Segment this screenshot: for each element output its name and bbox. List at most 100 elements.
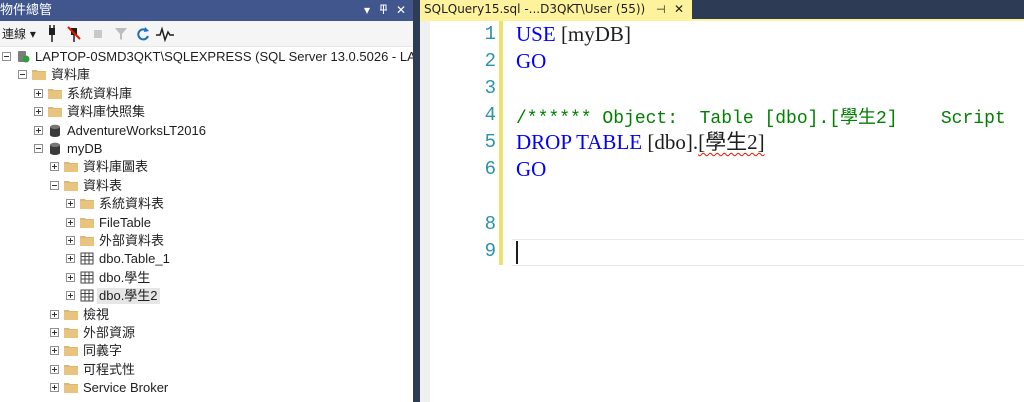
pin-icon[interactable]: ⊣	[656, 0, 666, 19]
expand-icon[interactable]	[50, 162, 59, 172]
tree-node-label: 系統資料表	[99, 196, 165, 212]
tree-node[interactable]: 同義字	[0, 342, 413, 360]
refresh-icon[interactable]	[136, 25, 150, 43]
tree-node-label: dbo.Table_1	[99, 251, 170, 267]
folder-icon	[32, 68, 46, 81]
code-line-6: GO	[516, 157, 547, 181]
table-icon	[80, 252, 94, 265]
tree-node[interactable]: FileTable	[0, 214, 413, 232]
filter-icon[interactable]	[114, 25, 128, 43]
tree-node[interactable]: myDB	[0, 140, 413, 158]
expand-icon[interactable]	[34, 125, 43, 135]
line-number: 4	[484, 104, 496, 126]
line-number: 1	[484, 23, 496, 45]
object-explorer-tree: LAPTOP-0SMD3QKT\SQLEXPRESS (SQL Server 1…	[0, 48, 413, 402]
tree-node[interactable]: LAPTOP-0SMD3QKT\SQLEXPRESS (SQL Server 1…	[0, 48, 413, 66]
folder-icon	[80, 197, 94, 210]
line-number: 8	[484, 213, 496, 235]
tree-node-label: 檢視	[83, 306, 110, 322]
expand-icon[interactable]	[66, 199, 75, 209]
folder-icon	[80, 216, 94, 229]
server-icon	[16, 50, 30, 63]
tree-node[interactable]: Service Broker	[0, 379, 413, 397]
tree-node-label: dbo.學生2	[97, 288, 160, 305]
line-number: 9	[484, 240, 496, 262]
expand-icon[interactable]	[34, 107, 43, 117]
window-position-menu-icon[interactable]: ▾	[364, 0, 370, 21]
line-number: 5	[484, 131, 496, 153]
query-editor[interactable]: 1 2 3 4 5 6 8 9 USE [myDB] GO /****** Ob…	[420, 21, 1024, 402]
tree-node-label: 外部資料表	[99, 233, 165, 248]
object-explorer-title-bar[interactable]: 物件總管 ▾ ✕	[0, 0, 413, 21]
tab-title: SQLQuery15.sql -...D3QKT\User (55))	[424, 2, 646, 16]
tree-node[interactable]: 系統資料庫	[0, 85, 413, 103]
database-icon	[48, 142, 62, 155]
expand-icon[interactable]	[66, 236, 75, 245]
disconnect-icon[interactable]	[66, 25, 82, 43]
line-number: 2	[484, 50, 496, 72]
tree-node[interactable]: 資料庫圖表	[0, 158, 413, 176]
tree-node[interactable]: 外部資源	[0, 324, 413, 342]
tree-node-label: 資料表	[83, 177, 123, 193]
connect-dropdown-button[interactable]: 連線 ▾	[2, 25, 36, 43]
expand-icon[interactable]	[50, 364, 59, 374]
expand-icon[interactable]	[50, 383, 59, 393]
tree-node-label: 資料庫	[51, 67, 91, 83]
tree-node[interactable]: 資料庫	[0, 66, 413, 84]
stop-icon[interactable]	[92, 25, 104, 43]
folder-icon	[64, 160, 78, 173]
tree-node[interactable]: dbo.學生	[0, 269, 413, 287]
tree-node-label: LAPTOP-0SMD3QKT\SQLEXPRESS (SQL Server 1…	[35, 49, 413, 64]
tree-node-label: FileTable	[99, 214, 152, 230]
panel-splitter[interactable]	[413, 0, 420, 402]
connect-label: 連線	[2, 27, 27, 41]
collapse-icon[interactable]	[34, 144, 43, 153]
tree-node[interactable]: 系統資料表	[0, 195, 413, 213]
tree-node-label: 外部資源	[83, 325, 136, 340]
code-line-2: GO	[516, 49, 547, 73]
tree-node[interactable]: dbo.學生2	[0, 287, 413, 305]
folder-icon	[64, 308, 78, 321]
connect-plug-icon[interactable]	[46, 25, 58, 43]
code-line-5: DROP TABLE [dbo].[學生2]	[516, 130, 765, 154]
expand-icon[interactable]	[66, 291, 75, 301]
folder-icon	[64, 326, 78, 339]
folder-icon	[48, 105, 62, 118]
object-explorer: 物件總管 ▾ ✕ 連線 ▾ LAPTOP-0SMD3QKT\SQLEXPRESS…	[0, 0, 413, 402]
tree-node-label: 同義字	[83, 343, 123, 359]
current-line-highlight	[512, 239, 1024, 266]
folder-icon	[64, 179, 78, 192]
tree-node-label: dbo.學生	[99, 269, 151, 285]
tree-node[interactable]: AdventureWorksLT2016	[0, 122, 413, 140]
close-tab-icon[interactable]: ✕	[674, 0, 684, 19]
tab-sqlquery15[interactable]: SQLQuery15.sql -...D3QKT\User (55)) ⊣ ✕	[420, 0, 692, 19]
collapse-icon[interactable]	[50, 180, 59, 190]
tree-node-label: 系統資料庫	[67, 85, 133, 101]
collapse-icon[interactable]	[2, 52, 11, 61]
tree-node[interactable]: 資料表	[0, 177, 413, 195]
expand-icon[interactable]	[50, 346, 59, 356]
collapse-icon[interactable]	[18, 70, 27, 80]
tree-node-label: AdventureWorksLT2016	[67, 122, 206, 138]
change-tracking-bar	[499, 21, 503, 265]
tree-node[interactable]: 檢視	[0, 306, 413, 324]
tree-node[interactable]: 外部資料表	[0, 232, 413, 250]
error-squiggle: [學生2]	[698, 130, 765, 154]
activity-monitor-icon[interactable]	[156, 25, 174, 43]
tree-node[interactable]: 可程式性	[0, 361, 413, 379]
expand-icon[interactable]	[50, 328, 59, 337]
close-icon[interactable]: ✕	[396, 0, 406, 21]
tree-node[interactable]: 資料庫快照集	[0, 103, 413, 121]
object-explorer-title: 物件總管	[0, 3, 53, 18]
expand-icon[interactable]	[66, 254, 75, 264]
expand-icon[interactable]	[66, 217, 75, 227]
code-line-1: USE [myDB]	[516, 22, 631, 46]
expand-icon[interactable]	[50, 309, 59, 319]
expand-icon[interactable]	[66, 272, 75, 282]
object-explorer-toolbar: 連線 ▾	[0, 21, 413, 47]
text-caret	[516, 241, 518, 264]
tree-node[interactable]: dbo.Table_1	[0, 250, 413, 268]
expand-icon[interactable]	[34, 88, 43, 98]
table-icon	[80, 289, 94, 302]
database-icon	[48, 124, 62, 137]
